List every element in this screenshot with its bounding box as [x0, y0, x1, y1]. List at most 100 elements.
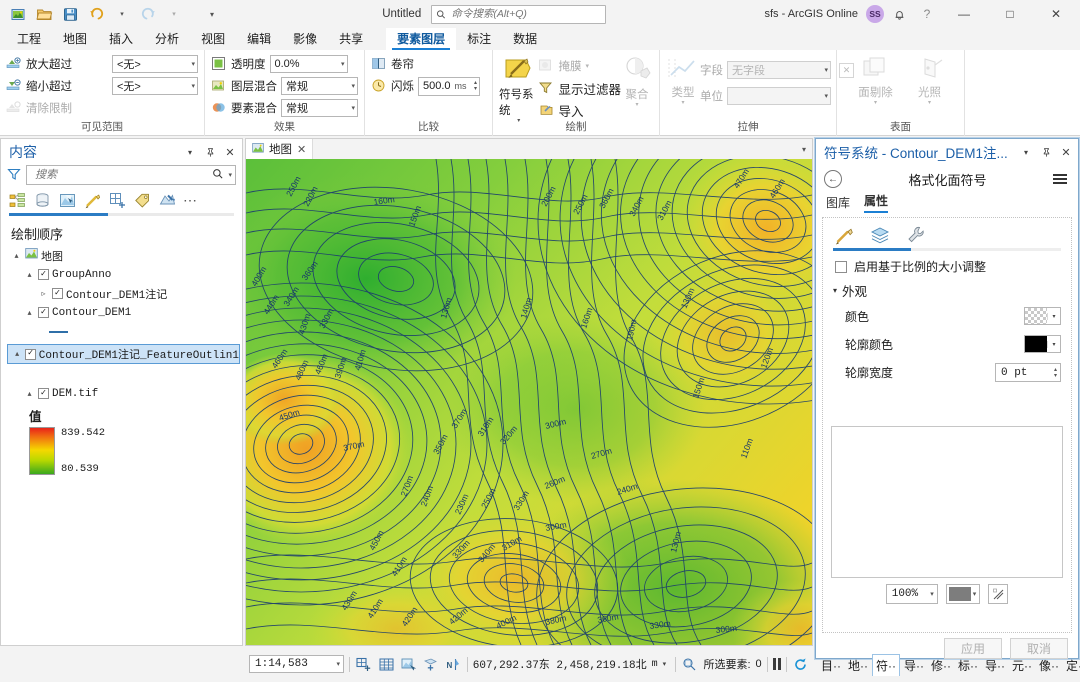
expander-icon[interactable]: ▹: [38, 289, 49, 299]
tab-map[interactable]: 地图: [52, 28, 98, 50]
maximize-button[interactable]: □: [988, 0, 1032, 28]
face-culling-button[interactable]: 面剔除 ▾: [851, 53, 901, 106]
outline-color-picker[interactable]: ▾: [1024, 335, 1061, 353]
measure-icon[interactable]: N: [444, 655, 461, 673]
flicker-spinner[interactable]: 500.0 ms ▴ ▾: [418, 76, 480, 96]
dock-tab-catalog[interactable]: 目··: [818, 655, 844, 676]
import-row[interactable]: 导入: [538, 99, 621, 121]
tab-labeling[interactable]: 标注: [456, 28, 502, 50]
tree-item-featureoutline[interactable]: ▴ ✓ Contour_DEM1注记_FeatureOutlin1: [7, 344, 240, 364]
diagonal-grid-icon[interactable]: [988, 584, 1009, 604]
tab-feature-layer[interactable]: 要素图层: [386, 28, 457, 50]
pin-icon[interactable]: [1038, 144, 1054, 160]
tab-share[interactable]: 共享: [328, 28, 374, 50]
more-icon[interactable]: ⋯: [183, 192, 198, 209]
tab-insert[interactable]: 插入: [98, 28, 144, 50]
transparency-combo[interactable]: 0.0% ▾: [269, 55, 348, 73]
refresh-icon[interactable]: [792, 655, 809, 673]
expander-icon[interactable]: ▴: [24, 270, 35, 280]
bell-icon[interactable]: [886, 2, 912, 26]
tree-item-groupanno[interactable]: ▴ ✓ GroupAnno: [7, 265, 242, 284]
list-by-labeling-icon[interactable]: [133, 191, 152, 210]
chevron-down-icon[interactable]: ▾: [1047, 312, 1060, 320]
chevron-down-icon[interactable]: ▾: [833, 286, 837, 295]
tab-imagery[interactable]: 影像: [282, 28, 328, 50]
extrusion-field-combo[interactable]: 无字段 ▾: [727, 61, 831, 79]
symbology-button[interactable]: 符号系统 ▾: [499, 53, 538, 124]
undo-dropdown-icon[interactable]: ▾: [110, 3, 134, 25]
appearance-section-header[interactable]: ▾ 外观: [823, 277, 1071, 302]
layer-checkbox[interactable]: ✓: [52, 288, 63, 299]
outline-width-input[interactable]: 0 pt ▴ ▾: [995, 363, 1061, 382]
zoom-out-beyond-combo[interactable]: <无> ▾: [112, 77, 198, 95]
filter-icon[interactable]: [7, 167, 21, 184]
contents-search-box[interactable]: ▾: [26, 165, 236, 185]
dock-tab-image[interactable]: 像··: [1036, 655, 1062, 676]
contents-toolbar-scrollbar[interactable]: [9, 213, 234, 216]
display-filter-row[interactable]: 显示过滤器: [538, 77, 621, 99]
pause-drawing-icon[interactable]: [772, 658, 781, 670]
contents-search-input[interactable]: [33, 168, 213, 182]
tree-item-dem-tif[interactable]: ▴ ✓ DEM.tif: [7, 384, 242, 403]
list-by-source-icon[interactable]: [33, 191, 52, 210]
layer-checkbox[interactable]: ✓: [38, 307, 49, 318]
structure-wrench-icon[interactable]: [905, 224, 927, 246]
extrusion-unit-combo[interactable]: ▾: [727, 87, 831, 105]
coordinate-unit-dropdown-icon[interactable]: ▾: [663, 660, 667, 668]
expander-icon[interactable]: ▴: [24, 389, 35, 399]
feature-blend-combo[interactable]: 常规 ▾: [281, 99, 358, 117]
layers-icon[interactable]: [869, 224, 891, 246]
chevron-down-icon[interactable]: ▾: [1047, 340, 1060, 348]
tree-item-contour-dem1-anno[interactable]: ▹ ✓ Contour_DEM1注记: [7, 284, 242, 303]
undo-icon[interactable]: [84, 3, 108, 25]
tab-analysis[interactable]: 分析: [144, 28, 190, 50]
attribute-table-icon[interactable]: [377, 655, 394, 673]
tree-item-contour-dem1[interactable]: ▴ ✓ Contour_DEM1: [7, 303, 242, 322]
dock-tab-labeling[interactable]: 标··: [955, 655, 981, 676]
add-data-icon[interactable]: [422, 655, 439, 673]
new-project-icon[interactable]: [6, 3, 30, 25]
map-tab-overflow[interactable]: ▾: [313, 139, 812, 159]
pin-icon[interactable]: [202, 144, 218, 160]
close-icon[interactable]: ✕: [297, 143, 306, 156]
list-by-diagram-icon[interactable]: [158, 191, 177, 210]
layer-checkbox[interactable]: ✓: [38, 388, 49, 399]
tab-data[interactable]: 数据: [502, 28, 548, 50]
tab-view[interactable]: 视图: [190, 28, 236, 50]
redo-dropdown-icon[interactable]: ▾: [162, 3, 186, 25]
dock-tab-modify[interactable]: 修··: [928, 655, 954, 676]
tab-edit[interactable]: 编辑: [236, 28, 282, 50]
lighting-button[interactable]: 光照 ▾: [909, 53, 951, 106]
dock-tab-guide[interactable]: 导··: [982, 655, 1008, 676]
map-scale-select[interactable]: 1:14,583 ▾: [249, 655, 344, 673]
tree-item-map[interactable]: ▴ 地图: [7, 246, 242, 265]
zoom-in-beyond-combo[interactable]: <无> ▾: [112, 55, 198, 73]
preview-zoom-select[interactable]: 100% ▾: [885, 584, 938, 604]
dock-tab-locate[interactable]: 定··: [1063, 655, 1080, 676]
list-by-snapping-icon[interactable]: [108, 191, 127, 210]
search-icon[interactable]: [212, 168, 224, 183]
mask-row[interactable]: 掩膜 ▾: [538, 55, 621, 77]
close-icon[interactable]: ✕: [222, 144, 238, 160]
command-search-input[interactable]: [449, 7, 602, 21]
tab-gallery[interactable]: 图库: [826, 194, 850, 213]
color-picker[interactable]: ▾: [1024, 307, 1061, 325]
close-button[interactable]: ✕: [1034, 0, 1078, 28]
dock-tab-metadata[interactable]: 元··: [1009, 655, 1035, 676]
layer-checkbox[interactable]: ✓: [25, 348, 36, 360]
symbology-sub-tab-scrollbar[interactable]: [833, 248, 1061, 251]
avatar[interactable]: SS: [866, 5, 884, 23]
tab-properties[interactable]: 属性: [864, 192, 889, 213]
scale-based-sizing-row[interactable]: 启用基于比例的大小调整: [823, 251, 1071, 277]
expander-icon[interactable]: ▴: [11, 251, 22, 261]
map-canvas[interactable]: 250m 220m 160m 150m 360m 340m 330m 130m …: [246, 159, 812, 645]
symbol-brush-icon[interactable]: [833, 224, 855, 246]
dock-tab-navigation[interactable]: 导··: [901, 655, 927, 676]
list-by-draw-order-icon[interactable]: [8, 191, 27, 210]
command-search[interactable]: [431, 4, 607, 24]
save-project-icon[interactable]: [58, 3, 82, 25]
aggregation-button[interactable]: 聚合 ▾: [621, 53, 653, 108]
layer-blend-combo[interactable]: 常规 ▾: [281, 77, 358, 95]
expander-icon[interactable]: ▴: [24, 308, 35, 318]
close-icon[interactable]: ✕: [1058, 144, 1074, 160]
